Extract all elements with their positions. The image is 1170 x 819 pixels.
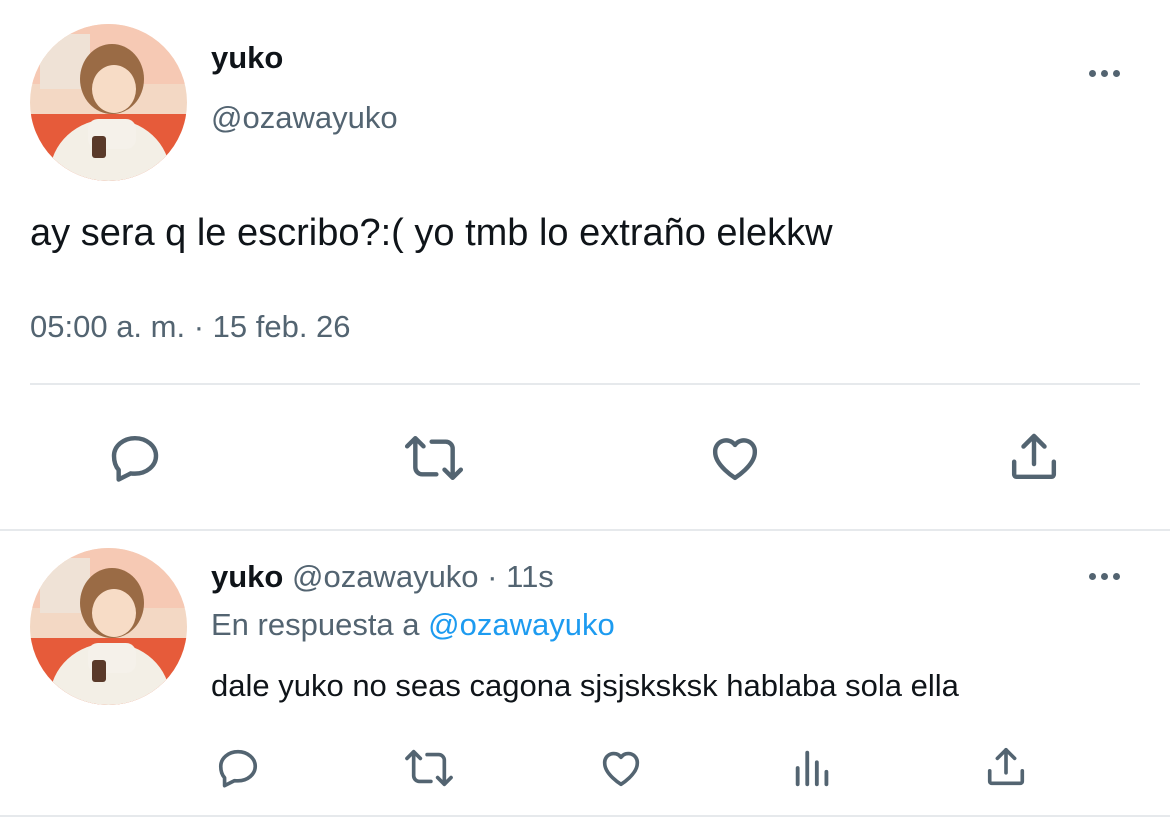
display-name[interactable]: yuko	[211, 38, 283, 78]
reply-icon[interactable]	[106, 430, 164, 486]
reply-to-link[interactable]: @ozawayuko	[428, 607, 615, 642]
like-icon[interactable]	[597, 745, 645, 791]
reply-context: En respuesta a @ozawayuko	[211, 605, 615, 645]
views-icon[interactable]	[790, 745, 836, 791]
display-name[interactable]: yuko	[211, 559, 283, 594]
separator: ·	[487, 559, 498, 594]
avatar[interactable]	[30, 24, 187, 181]
handle[interactable]: @ozawayuko	[211, 98, 398, 138]
like-icon[interactable]	[706, 430, 764, 486]
tweet-separator	[0, 529, 1170, 531]
more-options-icon[interactable]	[1089, 573, 1120, 580]
time-ago[interactable]: 11s	[506, 559, 554, 594]
avatar[interactable]	[30, 548, 187, 705]
reply-header: yuko @ozawayuko · 11s	[211, 557, 554, 597]
divider	[30, 383, 1140, 385]
avatar-image	[30, 548, 187, 705]
tweet-text: ay sera q le escribo?:( yo tmb lo extrañ…	[30, 212, 833, 254]
tweet-text: dale yuko no seas cagona sjsjsksksk habl…	[211, 668, 959, 703]
retweet-icon[interactable]	[401, 745, 457, 791]
avatar-image	[30, 24, 187, 181]
reply-prefix: En respuesta a	[211, 607, 420, 642]
share-icon[interactable]	[1006, 428, 1062, 486]
more-options-icon[interactable]	[1089, 70, 1120, 77]
handle[interactable]: @ozawayuko	[292, 559, 479, 594]
retweet-icon[interactable]	[400, 430, 468, 486]
share-icon[interactable]	[983, 743, 1029, 791]
timestamp[interactable]: 05:00 a. m. · 15 feb. 26	[30, 307, 351, 347]
bottom-divider	[0, 815, 1170, 817]
reply-icon[interactable]	[214, 745, 262, 791]
